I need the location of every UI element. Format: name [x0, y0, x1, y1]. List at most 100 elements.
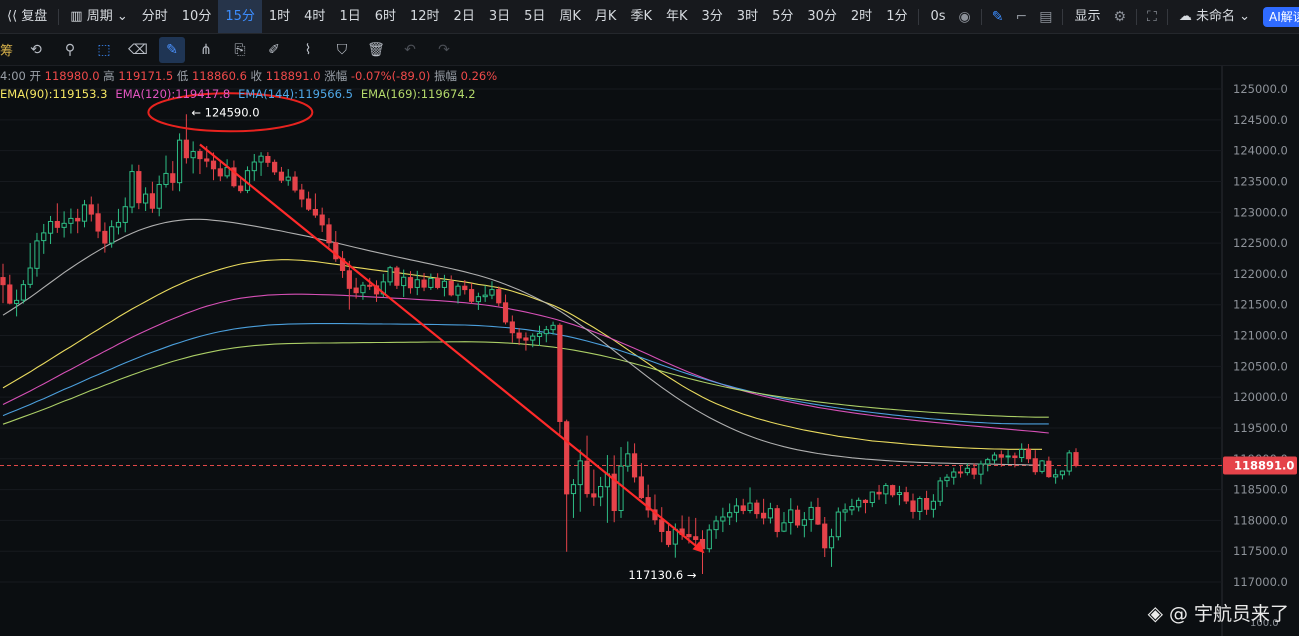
copy-tool-icon[interactable]: ⎘: [227, 37, 253, 63]
display-button[interactable]: 显示: [1067, 0, 1107, 33]
candle-body: [482, 294, 488, 298]
period-tab-10[interactable]: 5日: [517, 0, 552, 33]
indicator-icon[interactable]: ⌐: [1009, 9, 1033, 25]
y-tick-label: 120000.0: [1233, 390, 1288, 404]
period-tab-14[interactable]: 年K: [659, 0, 695, 33]
candle-body: [774, 508, 780, 532]
pen-tool-icon[interactable]: ✎: [159, 36, 186, 63]
period-tab-13[interactable]: 季K: [623, 0, 659, 33]
period-tab-16[interactable]: 3时: [730, 0, 765, 33]
candle-body: [794, 509, 801, 526]
candle-body: [808, 506, 814, 520]
period-tab-8[interactable]: 2日: [447, 0, 482, 33]
candle-body: [591, 493, 597, 498]
candle-body: [570, 484, 577, 495]
candle-body: [923, 497, 930, 510]
layout-dropdown[interactable]: ☁ 未命名 ⌄: [1172, 0, 1257, 33]
candle-body: [394, 267, 400, 286]
ema-legend-item: EMA(120):119417.8: [115, 87, 231, 101]
y-tick-label: 121000.0: [1233, 329, 1288, 343]
candle-body: [618, 465, 624, 512]
ai-analysis-button[interactable]: AI解读: [1263, 6, 1299, 27]
y-tick-label: 118500.0: [1233, 483, 1288, 497]
period-dropdown[interactable]: ▥ 周期 ⌄: [63, 0, 134, 33]
candle-body: [937, 480, 943, 502]
candle-body: [54, 220, 60, 228]
period-tab-19[interactable]: 2时: [844, 0, 879, 33]
lock-tool-icon[interactable]: ⟲: [23, 37, 49, 63]
candle-body: [862, 499, 869, 504]
edit-tool-icon[interactable]: ✐: [261, 37, 287, 63]
candle-body: [713, 520, 719, 531]
y-tick-label: 123000.0: [1233, 205, 1288, 219]
ohlc-info: 4:00 开 118980.0 高 119171.5 低 118860.6 收 …: [0, 68, 497, 84]
period-tab-7[interactable]: 12时: [403, 0, 447, 33]
candle-body: [530, 335, 536, 341]
candle-body: [706, 529, 712, 550]
candle-body: [462, 285, 468, 291]
fullscreen-icon[interactable]: ⛶: [1141, 9, 1163, 25]
replay-button[interactable]: ⟨⟨ 复盘: [0, 0, 54, 33]
period-tab-17[interactable]: 5分: [765, 0, 800, 33]
camera-icon[interactable]: ◉: [953, 9, 977, 25]
candle-body: [747, 502, 753, 512]
candle-body: [448, 280, 454, 296]
select-tool-icon[interactable]: ⬚: [91, 37, 117, 63]
candle-body: [68, 217, 74, 224]
candle-body: [285, 176, 291, 181]
y-tick-label: 122000.0: [1233, 267, 1288, 281]
period-tab-4[interactable]: 4时: [297, 0, 332, 33]
eraser-tool-icon[interactable]: ⌫: [125, 37, 151, 63]
ruler-tool-icon[interactable]: ⋔: [193, 37, 219, 63]
period-tab-9[interactable]: 3日: [482, 0, 517, 33]
chip-distribution-button[interactable]: 筹: [0, 40, 13, 59]
template-icon[interactable]: ▤: [1033, 9, 1058, 25]
period-tab-2[interactable]: 15分: [218, 0, 262, 33]
candle-body: [88, 204, 94, 215]
period-tab-12[interactable]: 月K: [588, 0, 624, 33]
candle-body: [1025, 448, 1032, 460]
candle-body: [20, 284, 26, 301]
period-tab-6[interactable]: 6时: [368, 0, 403, 33]
candle-body: [598, 485, 604, 498]
low-value: 118860.6: [192, 69, 247, 83]
undo-icon[interactable]: ↶: [397, 37, 423, 63]
bar-chart-icon: ▥: [70, 9, 87, 24]
watermark: ◈ @ 宇航员来了: [1148, 599, 1289, 626]
candle-body: [468, 289, 475, 302]
period-tab-20[interactable]: 1分: [879, 0, 914, 33]
current-price-value: 118891.0: [1234, 458, 1294, 472]
period-tab-1[interactable]: 10分: [175, 0, 219, 33]
change-value: -0.07%(-89.0): [350, 69, 431, 83]
countdown: 0s: [930, 9, 946, 24]
change-label: 涨幅: [324, 69, 348, 83]
period-tab-11[interactable]: 周K: [552, 0, 588, 33]
period-tab-0[interactable]: 分时: [135, 0, 175, 33]
candle-body: [238, 185, 244, 192]
candle-body: [7, 284, 13, 304]
amplitude-value: 0.26%: [460, 69, 498, 83]
period-tab-18[interactable]: 30分: [800, 0, 844, 33]
period-tab-5[interactable]: 1日: [332, 0, 367, 33]
candle-body: [441, 280, 448, 288]
price-chart[interactable]: 125000.0 124500.0 124000.0 123500.0 123000.0…: [0, 66, 1299, 636]
candle-body: [190, 151, 196, 159]
delete-tool-icon[interactable]: 🗑: [363, 37, 389, 63]
candle-body: [170, 173, 176, 183]
y-tick-label: 117500.0: [1233, 544, 1288, 558]
draw-tool-icon[interactable]: ✎: [986, 9, 1010, 25]
candle-body: [421, 279, 427, 288]
candle-body: [584, 460, 590, 495]
settings-icon[interactable]: ⚙: [1107, 9, 1132, 25]
magic-tool-icon[interactable]: ⚲: [57, 37, 83, 63]
candle-body: [163, 172, 169, 186]
period-tab-3[interactable]: 1时: [262, 0, 297, 33]
candle-body: [842, 509, 848, 513]
brush-tool-icon[interactable]: ⌇: [295, 37, 321, 63]
candle-body: [502, 302, 509, 323]
candle-body: [686, 534, 692, 538]
redo-icon[interactable]: ↷: [431, 37, 457, 63]
high-label: 高: [103, 69, 115, 83]
filter-tool-icon[interactable]: ⛉: [329, 37, 355, 63]
period-tab-15[interactable]: 3分: [695, 0, 730, 33]
